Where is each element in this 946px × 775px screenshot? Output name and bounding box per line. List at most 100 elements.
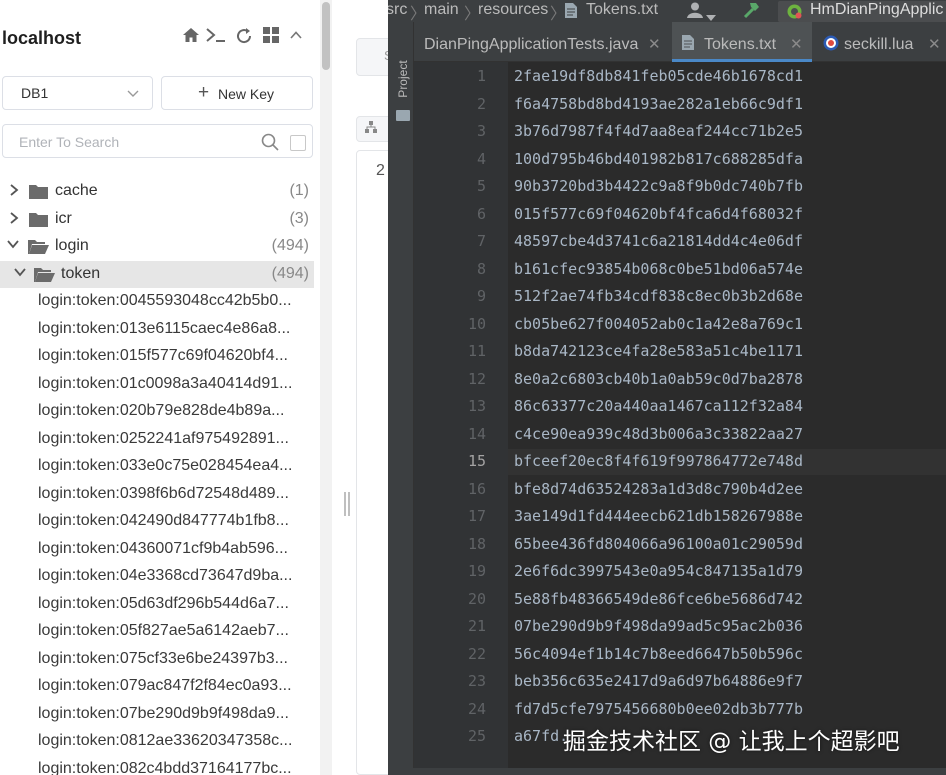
- key-list-item[interactable]: login:token:042490d847774b1fb8...: [38, 508, 314, 535]
- chevron-right-icon[interactable]: [8, 183, 20, 200]
- editor-tab-bar: DianPingApplicationTests.java ✕ Tokens.t…: [414, 22, 946, 62]
- code-line[interactable]: 2e6f6dc3997543e0a954c847135a1d79: [514, 562, 803, 580]
- key-search-box: [2, 124, 313, 158]
- project-tool-label: Project: [396, 60, 410, 98]
- key-name: login:token:079ac847f2f84ec0a93...: [38, 677, 292, 694]
- code-line[interactable]: 48597cbe4d3741c6a21814dd4c4e06df: [514, 232, 803, 250]
- project-tool-button[interactable]: Project: [392, 58, 410, 108]
- tab-tokens-txt[interactable]: Tokens.txt ✕: [672, 22, 812, 62]
- tree-folder-icr[interactable]: icr (3): [0, 206, 314, 233]
- resize-handle[interactable]: [348, 492, 350, 516]
- code-line[interactable]: b8da742123ce4fa28e583a51c4be1171: [514, 342, 803, 360]
- key-list-item[interactable]: login:token:07be290d9b9f498da9...: [38, 701, 314, 728]
- key-name: login:token:07be290d9b9f498da9...: [38, 704, 289, 722]
- terminal-icon[interactable]: [205, 26, 227, 50]
- tree-folder-count: (3): [289, 210, 309, 227]
- key-list-item[interactable]: login:token:0045593048cc42b5b0...: [38, 288, 314, 315]
- key-list-item[interactable]: login:token:0812ae33620347358c...: [38, 728, 314, 755]
- editor-code-area[interactable]: 2fae19df8db841feb05cde46b1678cd1 f6a4758b…: [508, 62, 946, 775]
- line-number: 21: [467, 617, 486, 635]
- key-list-item[interactable]: login:token:05f827ae5a6142aeb7...: [38, 618, 314, 645]
- key-list-item[interactable]: login:token:082c4bdd37164177bc...: [38, 756, 314, 775]
- key-list-item[interactable]: login:token:075cf33e6be24397b3...: [38, 646, 314, 673]
- close-icon[interactable]: ✕: [928, 35, 941, 53]
- key-list-item[interactable]: login:token:033e0c75e028454ea4...: [38, 453, 314, 480]
- chevron-right-icon[interactable]: [8, 211, 20, 228]
- folder-open-icon: [34, 267, 55, 282]
- tab-label: seckill.lua: [844, 36, 914, 53]
- code-line[interactable]: 56c4094ef1b14c7b8eed6647b50b596c: [514, 645, 803, 663]
- code-line[interactable]: 512f2ae74fb34cdf838c8ec0b3b2d68e: [514, 287, 803, 305]
- grid-icon[interactable]: [260, 26, 282, 50]
- database-select[interactable]: DB1: [2, 76, 153, 110]
- code-line[interactable]: 90b3720bd3b4422c9a8f9b0dc740b7fb: [514, 177, 803, 195]
- refresh-icon[interactable]: [233, 26, 255, 50]
- chevron-down-icon[interactable]: [13, 266, 27, 281]
- code-line[interactable]: 07be290d9b9f498da99ad5c95ac2b036: [514, 617, 803, 635]
- run-config-name: HmDianPingApplic: [810, 1, 944, 18]
- chevron-up-icon[interactable]: [285, 26, 307, 50]
- tree-icon: [364, 120, 378, 139]
- tab-dianping-application-tests[interactable]: DianPingApplicationTests.java ✕: [414, 22, 664, 62]
- key-list-item[interactable]: login:token:05d63df296b544d6a7...: [38, 591, 314, 618]
- code-line[interactable]: bfceef20ec8f4f619f997864772e748d: [514, 452, 803, 470]
- breadcrumb: src 〉 main 〉 resources 〉 Tokens.txt HmDi…: [388, 0, 946, 24]
- code-line[interactable]: 2fae19df8db841feb05cde46b1678cd1: [514, 67, 803, 85]
- key-list-item[interactable]: login:token:01c0098a3a40414d91...: [38, 371, 314, 398]
- code-line[interactable]: b161cfec93854b068c0be51bd06a574e: [514, 260, 803, 278]
- key-name: login:token:0812ae33620347358c...: [38, 732, 293, 749]
- code-line[interactable]: 8e0a2c6803cb40b1a0ab59c0d7ba2878: [514, 370, 803, 388]
- scrollbar-thumb[interactable]: [322, 2, 330, 70]
- tab-label: Tokens.txt: [704, 36, 777, 53]
- key-list-item[interactable]: login:token:020b79e828de4b89a...: [38, 398, 314, 425]
- code-line[interactable]: 100d795b46bd401982b817c688285dfa: [514, 150, 803, 168]
- key-list-item[interactable]: login:token:0252241af975492891...: [38, 426, 314, 453]
- run-config-selector[interactable]: HmDianPingApplic: [778, 1, 946, 22]
- breadcrumb-src[interactable]: src: [388, 1, 407, 19]
- code-line[interactable]: c4ce90ea939c48d3b006a3c33822aa27: [514, 425, 803, 443]
- tab-seckill-lua[interactable]: seckill.lua ✕: [818, 22, 946, 62]
- connection-name[interactable]: localhost: [2, 28, 81, 49]
- tree-folder-count: (494): [271, 237, 309, 254]
- user-icon[interactable]: [686, 1, 704, 24]
- code-line[interactable]: f6a4758bd8bd4193ae282a1eb66c9df1: [514, 95, 803, 113]
- line-number: 16: [467, 479, 486, 498]
- home-icon[interactable]: [180, 26, 202, 50]
- key-name: login:token:0398f6b6d72548d489...: [38, 484, 289, 502]
- breadcrumb-file[interactable]: Tokens.txt: [586, 1, 658, 19]
- tree-folder-login[interactable]: login (494): [0, 233, 314, 260]
- code-line[interactable]: 015f577c69f04620bf4fca6d4f68032f: [514, 205, 803, 223]
- close-icon[interactable]: ✕: [648, 35, 661, 53]
- code-line[interactable]: 3b76d7987f4f4d7aa8eaf244cc71b2e5: [514, 122, 803, 140]
- exact-search-checkbox[interactable]: [290, 135, 306, 151]
- code-line[interactable]: beb356c635e2417d9a6d97b64886e9f7: [514, 672, 803, 690]
- code-line[interactable]: fd7d5cfe7975456680b0ee02db3b777b: [514, 700, 803, 718]
- code-line[interactable]: 5e88fb48366549de86fce6be5686d742: [514, 590, 803, 608]
- search-icon[interactable]: [261, 133, 279, 156]
- chevron-down-icon[interactable]: [6, 238, 20, 253]
- code-line[interactable]: 3ae149d1fd444eecb621db158267988e: [514, 507, 803, 525]
- key-list-item[interactable]: login:token:04e3368cd73647d9ba...: [38, 563, 314, 590]
- key-list-scrollbar[interactable]: [320, 0, 332, 775]
- tree-folder-token[interactable]: token (494): [0, 261, 314, 288]
- tree-folder-cache[interactable]: cache (1): [0, 178, 314, 205]
- code-line[interactable]: 86c63377c20a440aa1467ca112f32a84: [514, 397, 803, 415]
- code-line[interactable]: bfe8d74d63524283a1d3d8c790b4d2ee: [514, 480, 803, 498]
- key-list-item[interactable]: login:token:013e6115caec4e86a8...: [38, 316, 314, 343]
- key-name: login:token:015f577c69f04620bf4...: [38, 347, 288, 364]
- resize-handle[interactable]: [344, 492, 346, 516]
- close-icon[interactable]: ✕: [790, 35, 803, 53]
- code-line[interactable]: 65bee436fd804066a96100a01c29059d: [514, 535, 803, 553]
- key-list-item[interactable]: login:token:079ac847f2f84ec0a93...: [38, 673, 314, 700]
- code-line[interactable]: cb05be627f004052ab0c1a42e8a769c1: [514, 315, 803, 333]
- new-key-button[interactable]: + New Key: [161, 76, 313, 110]
- breadcrumb-main[interactable]: main: [424, 1, 459, 19]
- new-key-label: New Key: [218, 86, 275, 102]
- key-list-item[interactable]: login:token:04360071cf9b4ab596...: [38, 536, 314, 563]
- key-search-input[interactable]: [19, 132, 249, 152]
- key-list-item[interactable]: login:token:0398f6b6d72548d489...: [38, 481, 314, 508]
- breadcrumb-resources[interactable]: resources: [478, 1, 548, 19]
- project-folder-icon[interactable]: [396, 110, 410, 121]
- line-number: 12: [467, 369, 486, 388]
- key-list-item[interactable]: login:token:015f577c69f04620bf4...: [38, 343, 314, 370]
